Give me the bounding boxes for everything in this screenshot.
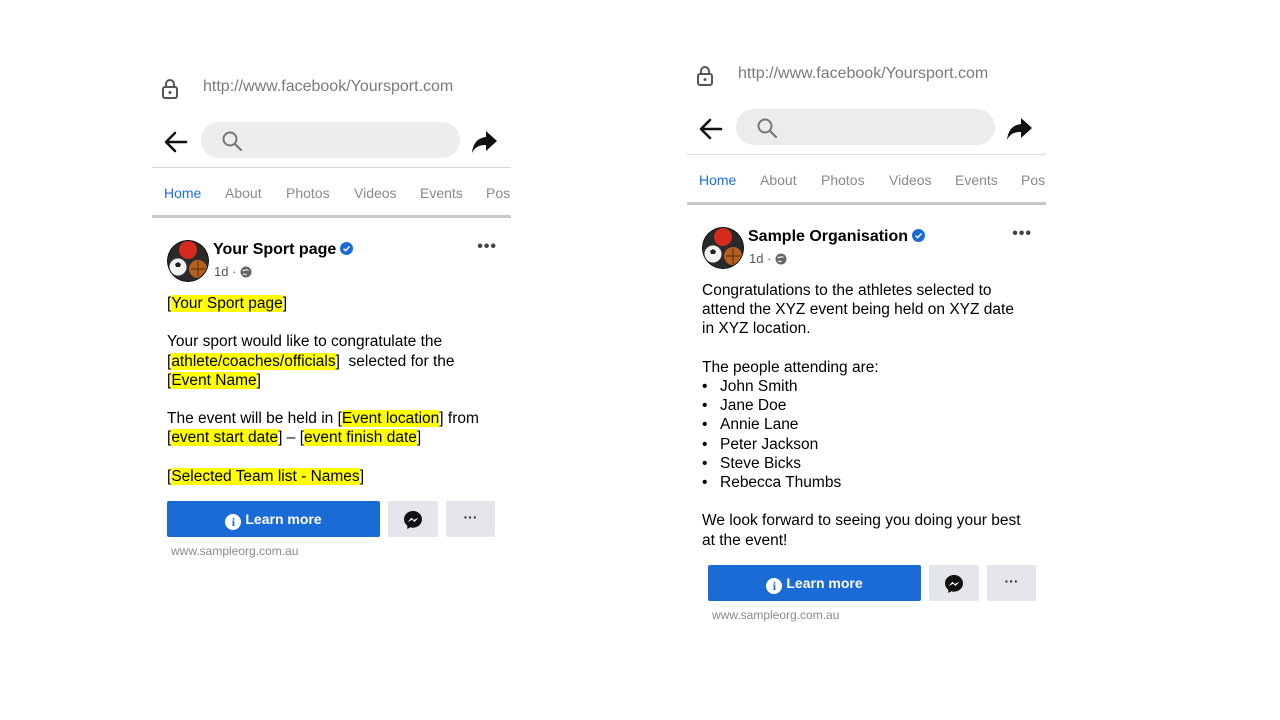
placeholder-highlight: athlete/coaches/officials: [171, 352, 336, 370]
learn-more-button[interactable]: i Learn more: [167, 501, 380, 537]
search-icon: [757, 118, 778, 139]
url-text[interactable]: http://www.facebook/Yoursport.com: [738, 65, 988, 83]
placeholder-highlight: Selected Team list - Names: [171, 467, 360, 485]
list-item: Steve Bicks: [702, 454, 1032, 473]
messenger-button[interactable]: [929, 565, 979, 601]
action-buttons: i Learn more ···: [708, 565, 1038, 601]
list-item: Jane Doe: [702, 396, 1032, 415]
verified-badge-icon: [340, 242, 354, 255]
placeholder-highlight: Your Sport page: [171, 295, 283, 312]
tab-events[interactable]: Events: [955, 172, 998, 188]
body-line: [event start date] – [event finish date]: [167, 429, 422, 447]
attendee-list: John Smith Jane Doe Annie Lane Peter Jac…: [702, 377, 1032, 492]
nav-row: [152, 120, 512, 162]
share-icon[interactable]: [1005, 115, 1033, 143]
post-meta: 1d ·: [214, 264, 252, 279]
page-tabs: Home About Photos Videos Events Pos: [687, 154, 1046, 205]
address-bar[interactable]: http://www.facebook/Yoursport.com: [152, 70, 512, 106]
post-meta: 1d ·: [749, 251, 787, 266]
body-line: [Event Name]: [167, 371, 261, 389]
messenger-icon: [404, 511, 422, 529]
tab-posts[interactable]: Pos: [486, 185, 510, 201]
body-line: The event will be held in [Event locatio…: [167, 410, 479, 428]
tab-events[interactable]: Events: [420, 185, 463, 201]
body-line: The people attending are:: [702, 358, 879, 376]
post-age: 1d ·: [749, 251, 772, 266]
tab-about[interactable]: About: [760, 172, 797, 188]
post-body: [Your Sport page] Your sport would like …: [167, 294, 497, 486]
url-text[interactable]: http://www.facebook/Yoursport.com: [203, 78, 453, 96]
lock-icon: [697, 66, 713, 86]
list-item: Rebecca Thumbs: [702, 473, 1032, 492]
body-line: We look forward to seeing you doing your…: [702, 512, 1021, 530]
post-age: 1d ·: [214, 264, 237, 279]
page-name[interactable]: Sample Organisation: [748, 228, 926, 246]
nav-row: [687, 107, 1047, 149]
active-tab-indicator: [687, 202, 748, 205]
more-options-button[interactable]: ···: [987, 565, 1036, 601]
tab-home[interactable]: Home: [164, 185, 201, 201]
body-line: [Selected Team list - Names]: [167, 467, 364, 485]
body-line: at the event!: [702, 531, 788, 549]
page-name[interactable]: Your Sport page: [213, 241, 354, 259]
active-tab-indicator: [152, 215, 213, 218]
body-line: [Your Sport page]: [167, 295, 288, 312]
more-options-button[interactable]: ···: [446, 501, 495, 537]
list-item: Peter Jackson: [702, 435, 1032, 454]
body-line: attend the XYZ event being held on XYZ d…: [702, 301, 1014, 319]
placeholder-highlight: Event location: [341, 410, 440, 428]
info-icon: i: [766, 578, 783, 594]
action-buttons: i Learn more ···: [167, 501, 497, 537]
body-line: in XYZ location.: [702, 320, 811, 338]
back-arrow-icon[interactable]: [697, 115, 725, 143]
post-body: Congratulations to the athletes selected…: [702, 281, 1032, 550]
list-item: Annie Lane: [702, 415, 1032, 434]
tab-posts[interactable]: Pos: [1021, 172, 1045, 188]
back-arrow-icon[interactable]: [162, 128, 190, 156]
search-bar[interactable]: [736, 109, 995, 145]
tab-home[interactable]: Home: [699, 172, 736, 188]
more-dots-icon[interactable]: •••: [1012, 225, 1032, 243]
search-bar[interactable]: [201, 122, 460, 158]
avatar[interactable]: [702, 227, 744, 269]
more-dots-icon[interactable]: •••: [477, 238, 497, 256]
tab-photos[interactable]: Photos: [821, 172, 865, 188]
share-icon[interactable]: [470, 128, 498, 156]
learn-more-button[interactable]: i Learn more: [708, 565, 921, 601]
website-link[interactable]: www.sampleorg.com.au: [171, 544, 298, 558]
avatar[interactable]: [167, 240, 209, 282]
tab-videos[interactable]: Videos: [889, 172, 932, 188]
page-tabs: Home About Photos Videos Events Pos: [152, 167, 511, 218]
tab-videos[interactable]: Videos: [354, 185, 397, 201]
website-link[interactable]: www.sampleorg.com.au: [712, 608, 839, 622]
messenger-button[interactable]: [388, 501, 438, 537]
search-icon: [222, 131, 243, 152]
body-line: Congratulations to the athletes selected…: [702, 282, 992, 299]
messenger-icon: [945, 575, 963, 593]
tab-about[interactable]: About: [225, 185, 262, 201]
placeholder-highlight: Event Name: [171, 371, 257, 389]
info-icon: i: [225, 514, 242, 530]
tab-photos[interactable]: Photos: [286, 185, 330, 201]
verified-badge-icon: [912, 229, 926, 242]
list-item: John Smith: [702, 377, 1032, 396]
lock-icon: [162, 79, 178, 99]
placeholder-highlight: event start date: [171, 429, 279, 447]
body-line: [athlete/coaches/officials] selected for…: [167, 352, 455, 370]
globe-icon: [240, 266, 252, 278]
address-bar[interactable]: http://www.facebook/Yoursport.com: [687, 57, 1047, 93]
globe-icon: [775, 253, 787, 265]
body-line: Your sport would like to congratulate th…: [167, 333, 443, 351]
placeholder-highlight: event finish date: [304, 429, 417, 447]
